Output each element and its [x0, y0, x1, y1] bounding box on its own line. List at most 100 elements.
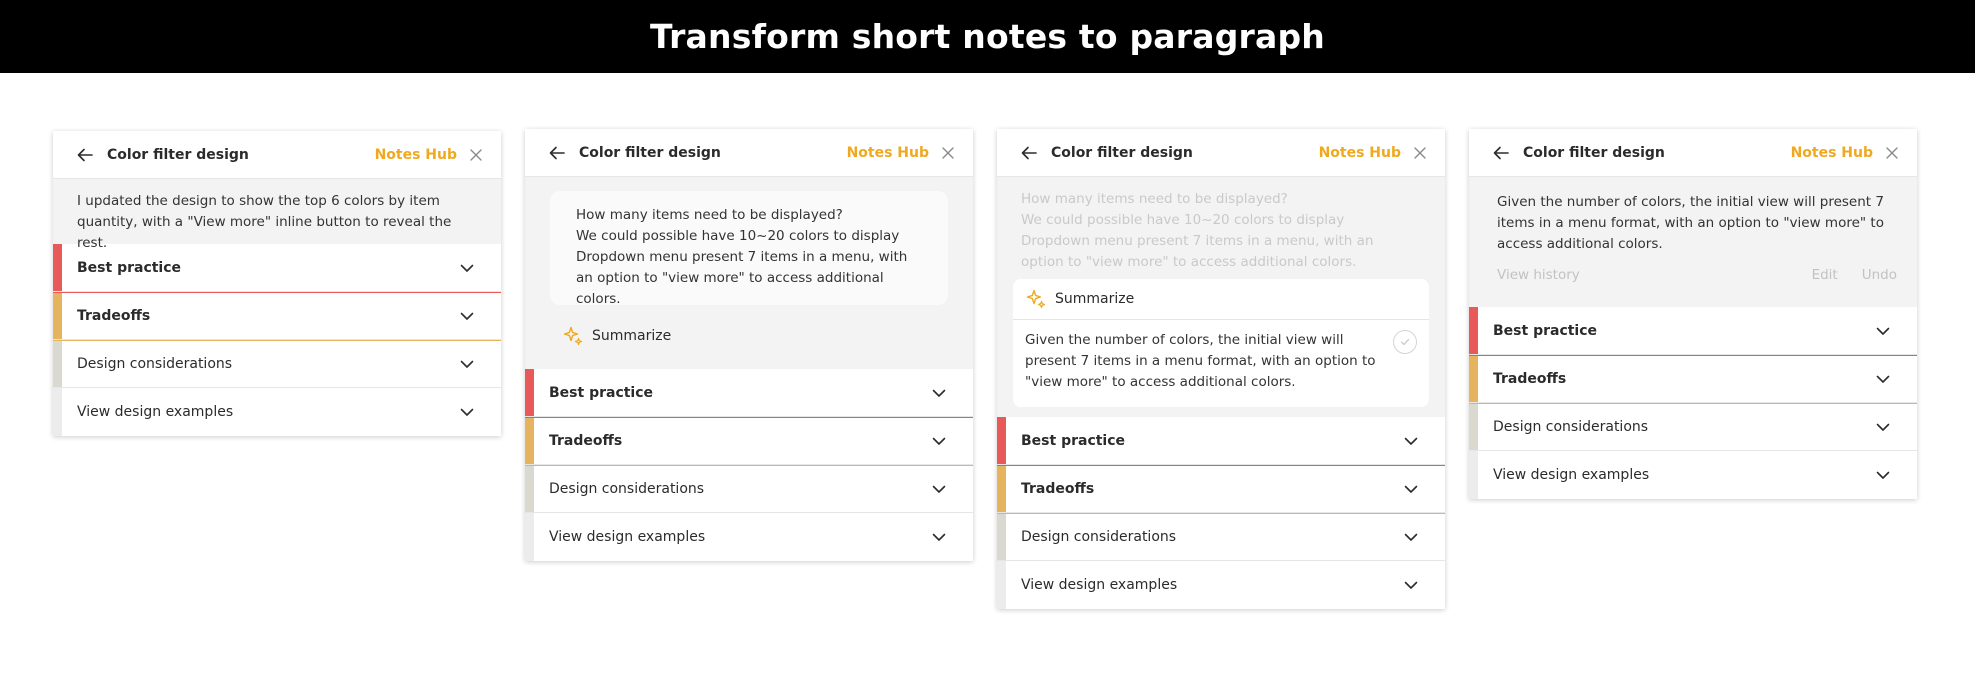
note-area[interactable]: How many items need to be displayed? We …: [525, 177, 973, 369]
faded-draft: How many items need to be displayed? We …: [997, 189, 1445, 279]
accordion-item-design-considerations[interactable]: Design considerations: [525, 465, 973, 513]
chevron-down-icon: [459, 404, 475, 420]
accordion: Best practice Tradeoffs Design considera…: [53, 244, 501, 436]
accordion-item-best-practice[interactable]: Best practice: [53, 244, 501, 292]
accordion: Best practice Tradeoffs Design considera…: [525, 369, 973, 561]
notes-panel-4: Color filter design Notes Hub Given the …: [1469, 129, 1917, 499]
accordion-item-view-design-examples[interactable]: View design examples: [525, 513, 973, 561]
chevron-down-icon: [459, 260, 475, 276]
accordion-item-tradeoffs[interactable]: Tradeoffs: [1469, 355, 1917, 403]
accordion-item-best-practice[interactable]: Best practice: [997, 417, 1445, 465]
accent-bar: [53, 244, 62, 291]
accordion-item-design-considerations[interactable]: Design considerations: [997, 513, 1445, 561]
accent-bar: [1469, 451, 1478, 499]
arrow-left-icon[interactable]: [1019, 143, 1039, 163]
draft-line: How many items need to be displayed?: [576, 207, 843, 223]
accordion-item-view-design-examples[interactable]: View design examples: [1469, 451, 1917, 499]
summary-text: Given the number of colors, the initial …: [1497, 194, 1884, 252]
arrow-left-icon[interactable]: [1491, 143, 1511, 163]
chevron-down-icon: [459, 356, 475, 372]
accordion-item-best-practice[interactable]: Best practice: [1469, 307, 1917, 355]
accordion-label: Best practice: [77, 259, 182, 276]
chevron-down-icon: [1403, 577, 1419, 593]
chevron-down-icon: [931, 529, 947, 545]
chevron-down-icon: [459, 308, 475, 324]
panel-title: Color filter design: [1051, 144, 1193, 161]
accordion-item-view-design-examples[interactable]: View design examples: [997, 561, 1445, 609]
accent-bar: [1469, 356, 1478, 402]
check-circle-icon[interactable]: [1393, 330, 1417, 354]
brand-label: Notes Hub: [1790, 144, 1873, 161]
note-actions: View history Edit Undo: [1497, 267, 1897, 283]
accent-bar: [1469, 307, 1478, 354]
close-icon[interactable]: [1413, 146, 1427, 160]
accent-bar: [53, 341, 62, 387]
accordion-label: View design examples: [549, 529, 706, 545]
summary-card: Summarize Given the number of colors, th…: [1013, 279, 1429, 407]
accordion-label: View design examples: [77, 404, 234, 420]
panel-header: Color filter design Notes Hub: [997, 129, 1445, 177]
panel-header: Color filter design Notes Hub: [1469, 129, 1917, 177]
arrow-left-icon[interactable]: [75, 145, 95, 165]
draft-notes-card[interactable]: How many items need to be displayed? We …: [550, 191, 948, 307]
chevron-down-icon: [1875, 467, 1891, 483]
view-history-link[interactable]: View history: [1497, 267, 1580, 283]
close-icon[interactable]: [941, 146, 955, 160]
accordion: Best practice Tradeoffs Design considera…: [997, 417, 1445, 609]
summary-text: Given the number of colors, the initial …: [1025, 332, 1376, 390]
summary-result: Given the number of colors, the initial …: [1013, 320, 1429, 407]
note-area[interactable]: Given the number of colors, the initial …: [1469, 177, 1917, 307]
chevron-down-icon: [931, 433, 947, 449]
accordion-label: Best practice: [1021, 432, 1126, 449]
note-area: How many items need to be displayed? We …: [997, 177, 1445, 417]
panel-title: Color filter design: [579, 144, 721, 161]
panel-header: Color filter design Notes Hub: [525, 129, 973, 177]
accordion-label: Tradeoffs: [77, 308, 151, 324]
chevron-down-icon: [1875, 371, 1891, 387]
arrow-left-icon[interactable]: [547, 143, 567, 163]
chevron-down-icon: [1875, 323, 1891, 339]
page-banner: Transform short notes to paragraph: [0, 0, 1975, 73]
undo-button[interactable]: Undo: [1862, 267, 1897, 283]
accent-bar: [53, 293, 62, 339]
brand-label: Notes Hub: [374, 146, 457, 163]
edit-button[interactable]: Edit: [1812, 267, 1838, 283]
accordion-item-tradeoffs[interactable]: Tradeoffs: [525, 417, 973, 465]
accordion-label: Best practice: [1493, 322, 1598, 339]
accordion-label: Tradeoffs: [1021, 481, 1095, 497]
sparkle-icon: [562, 325, 584, 347]
brand-label: Notes Hub: [1318, 144, 1401, 161]
accordion-label: View design examples: [1021, 577, 1178, 593]
summarize-button[interactable]: Summarize: [525, 305, 973, 347]
accordion-item-design-considerations[interactable]: Design considerations: [1469, 403, 1917, 451]
chevron-down-icon: [1403, 529, 1419, 545]
accordion-label: Best practice: [549, 384, 654, 401]
chevron-down-icon: [1403, 433, 1419, 449]
summarize-label: Summarize: [1055, 291, 1135, 307]
accordion-item-tradeoffs[interactable]: Tradeoffs: [997, 465, 1445, 513]
accent-bar: [53, 388, 62, 436]
note-area[interactable]: I updated the design to show the top 6 c…: [53, 179, 501, 251]
panel-header: Color filter design Notes Hub: [53, 131, 501, 179]
draft-line: How many items need to be displayed?: [1021, 191, 1288, 207]
accent-bar: [997, 561, 1006, 609]
chevron-down-icon: [931, 481, 947, 497]
accordion: Best practice Tradeoffs Design considera…: [1469, 307, 1917, 499]
close-icon[interactable]: [1885, 146, 1899, 160]
accent-bar: [997, 514, 1006, 560]
accent-bar: [997, 466, 1006, 512]
accordion-item-view-design-examples[interactable]: View design examples: [53, 388, 501, 436]
summarize-header: Summarize: [1013, 279, 1429, 320]
accordion-label: Design considerations: [77, 356, 233, 372]
accent-bar: [525, 466, 534, 512]
notes-panel-2: Color filter design Notes Hub How many i…: [525, 129, 973, 561]
draft-line: We could possible have 10~20 colors to d…: [576, 228, 900, 244]
accent-bar: [1469, 404, 1478, 450]
accordion-item-design-considerations[interactable]: Design considerations: [53, 340, 501, 388]
accordion-item-tradeoffs[interactable]: Tradeoffs: [53, 292, 501, 340]
accordion-label: Design considerations: [1493, 419, 1649, 435]
draft-line: Dropdown menu present 7 items in a menu,…: [1021, 233, 1374, 270]
close-icon[interactable]: [469, 148, 483, 162]
accent-bar: [997, 417, 1006, 464]
accordion-item-best-practice[interactable]: Best practice: [525, 369, 973, 417]
